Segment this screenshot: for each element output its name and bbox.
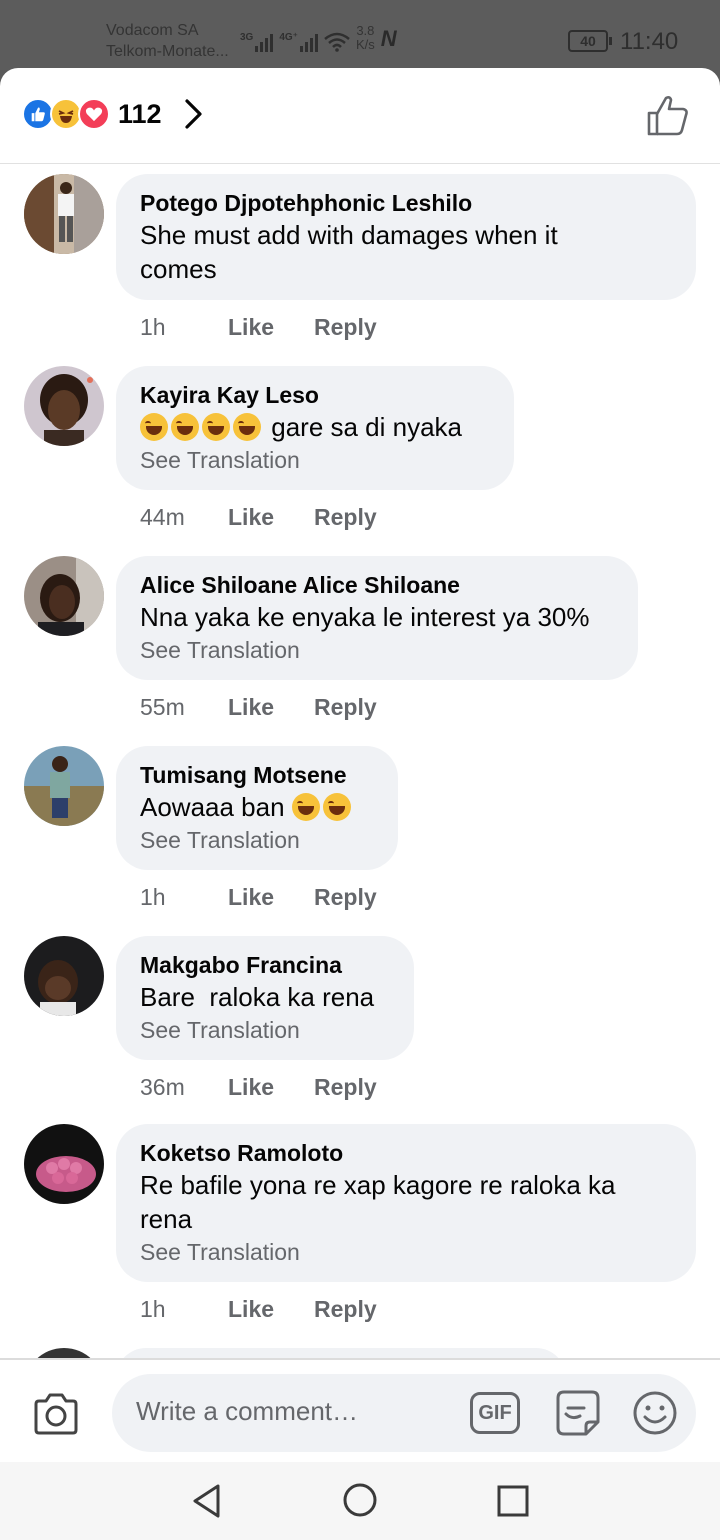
thumbs-up-icon[interactable] (646, 94, 690, 138)
comment-bubble[interactable]: Alice Shiloane Alice Shiloane Nna yaka k… (116, 556, 638, 680)
reply-button[interactable]: Reply (314, 504, 377, 531)
comment-text: gare sa di nyaka (140, 410, 490, 444)
avatar[interactable] (24, 746, 104, 826)
comment-text-body: gare sa di nyaka (271, 412, 463, 442)
like-button[interactable]: Like (228, 504, 274, 531)
comment-text: Nna yaka ke enyaka le interest ya 30% (140, 602, 590, 632)
carrier-2: Telkom-Monate... (106, 43, 229, 60)
system-nav-bar (0, 1462, 720, 1540)
battery-icon: 40 (568, 30, 612, 52)
comment-input-placeholder: Write a comment… (136, 1396, 359, 1426)
comment-composer: Write a comment… GIF (0, 1358, 720, 1462)
like-button[interactable]: Like (228, 1074, 274, 1101)
signal-1-icon: 3G (240, 32, 274, 52)
comment-text-body: Aowaaa ban (140, 792, 285, 822)
avatar[interactable] (24, 366, 104, 446)
back-icon[interactable] (190, 1482, 224, 1520)
speed-unit: K/s (355, 37, 375, 52)
see-translation-link[interactable]: See Translation (140, 1236, 672, 1268)
comment-text-line: Re bafile yona re xap kagore re raloka k… (140, 1170, 616, 1200)
comment-actions: 55m Like Reply (140, 694, 377, 721)
status-icons: 3G 4G⁺ 3.8 K/s N (240, 24, 397, 52)
comment-author[interactable]: Koketso Ramoloto (140, 1138, 672, 1168)
comment-author[interactable]: Alice Shiloane Alice Shiloane (140, 570, 614, 600)
comment-time: 1h (140, 884, 166, 910)
net-1-label: 3G (240, 32, 254, 43)
network-speed: 3.8 K/s (356, 24, 375, 52)
avatar[interactable] (24, 556, 104, 636)
reply-button[interactable]: Reply (314, 1074, 377, 1101)
sticker-icon[interactable] (552, 1388, 602, 1438)
comment-text-line: comes (140, 254, 217, 284)
see-translation-link[interactable]: See Translation (140, 824, 374, 856)
carrier-1: Vodacom SA (106, 22, 199, 39)
rolling-laughing-emoji-icon (322, 793, 351, 821)
clock: 11:40 (620, 28, 679, 55)
emoji-icon[interactable] (632, 1390, 678, 1436)
see-translation-link[interactable]: See Translation (140, 1014, 390, 1046)
reaction-count: 112 (118, 98, 162, 129)
like-button[interactable]: Like (228, 884, 274, 911)
love-reaction-icon (78, 98, 110, 130)
comment-author[interactable]: Tumisang Motsene (140, 760, 374, 790)
avatar[interactable] (24, 174, 104, 254)
laughing-crying-emoji-icon (140, 413, 168, 441)
camera-icon[interactable] (32, 1392, 80, 1436)
home-icon[interactable] (342, 1482, 378, 1518)
comment-actions: 1h Like Reply (140, 884, 377, 911)
nfc-icon: N (380, 26, 397, 51)
avatar[interactable] (24, 936, 104, 1016)
comment-text: Bare raloka ka rena (140, 982, 375, 1012)
comment-bubble[interactable]: Potego Djpotehphonic Leshilo She must ad… (116, 174, 696, 300)
comment-actions: 1h Like Reply (140, 314, 377, 341)
comment-time: 1h (140, 314, 166, 340)
reply-button[interactable]: Reply (314, 884, 377, 911)
reply-button[interactable]: Reply (314, 1296, 377, 1323)
comment-actions: 44m Like Reply (140, 504, 377, 531)
gif-icon[interactable]: GIF (470, 1392, 520, 1434)
comment-bubble[interactable]: Kayira Kay Leso gare sa di nyaka See Tra… (116, 366, 514, 490)
reactions-summary[interactable]: 112 (22, 98, 206, 130)
signal-2-icon: 4G⁺ (279, 32, 318, 52)
comment-time: 44m (140, 504, 185, 530)
comment-author[interactable]: Potego Djpotehphonic Leshilo (140, 188, 672, 218)
recent-apps-icon[interactable] (496, 1484, 530, 1518)
carrier-info: Vodacom SA Telkom-Monate... (106, 20, 229, 62)
net-2-label: 4G⁺ (279, 32, 298, 43)
speed-value: 3.8 (356, 23, 375, 38)
comment-actions: 1h Like Reply (140, 1296, 377, 1323)
see-translation-link[interactable]: See Translation (140, 634, 614, 666)
comment-time: 55m (140, 694, 185, 720)
reply-button[interactable]: Reply (314, 314, 377, 341)
reactions-header: 112 (0, 68, 720, 164)
comment-actions: 36m Like Reply (140, 1074, 377, 1101)
rolling-laughing-emoji-icon (291, 793, 320, 821)
avatar[interactable] (24, 1124, 104, 1204)
like-button[interactable]: Like (228, 314, 274, 341)
comment-bubble[interactable]: Tumisang Motsene Aowaaa ban See Translat… (116, 746, 398, 870)
like-button[interactable]: Like (228, 694, 274, 721)
see-translation-link[interactable]: See Translation (140, 444, 490, 476)
chevron-right-icon (184, 99, 202, 129)
wifi-icon (324, 32, 350, 52)
comments-sheet: 112 Potego Djpotehphonic Leshilo She mus… (0, 68, 720, 1540)
laughing-crying-emoji-icon (202, 413, 230, 441)
like-button[interactable]: Like (228, 1296, 274, 1323)
comment-time: 1h (140, 1296, 166, 1322)
comment-bubble[interactable]: Makgabo Francina Bare raloka ka rena See… (116, 936, 414, 1060)
comment-bubble[interactable]: Koketso Ramoloto Re bafile yona re xap k… (116, 1124, 696, 1282)
laughing-crying-emoji-icon (171, 413, 199, 441)
comment-text-line: She must add with damages when it (140, 220, 558, 250)
comment-author[interactable]: Makgabo Francina (140, 950, 390, 980)
comment-author[interactable]: Kayira Kay Leso (140, 380, 490, 410)
comment-text-line: rena (140, 1204, 193, 1234)
comment-text: Aowaaa ban (140, 790, 374, 824)
reply-button[interactable]: Reply (314, 694, 377, 721)
laughing-crying-emoji-icon (233, 413, 261, 441)
status-bar: Vodacom SA Telkom-Monate... 3G 4G⁺ 3.8 K… (0, 0, 720, 70)
comment-input[interactable]: Write a comment… GIF (112, 1374, 696, 1452)
comment-time: 36m (140, 1074, 185, 1100)
